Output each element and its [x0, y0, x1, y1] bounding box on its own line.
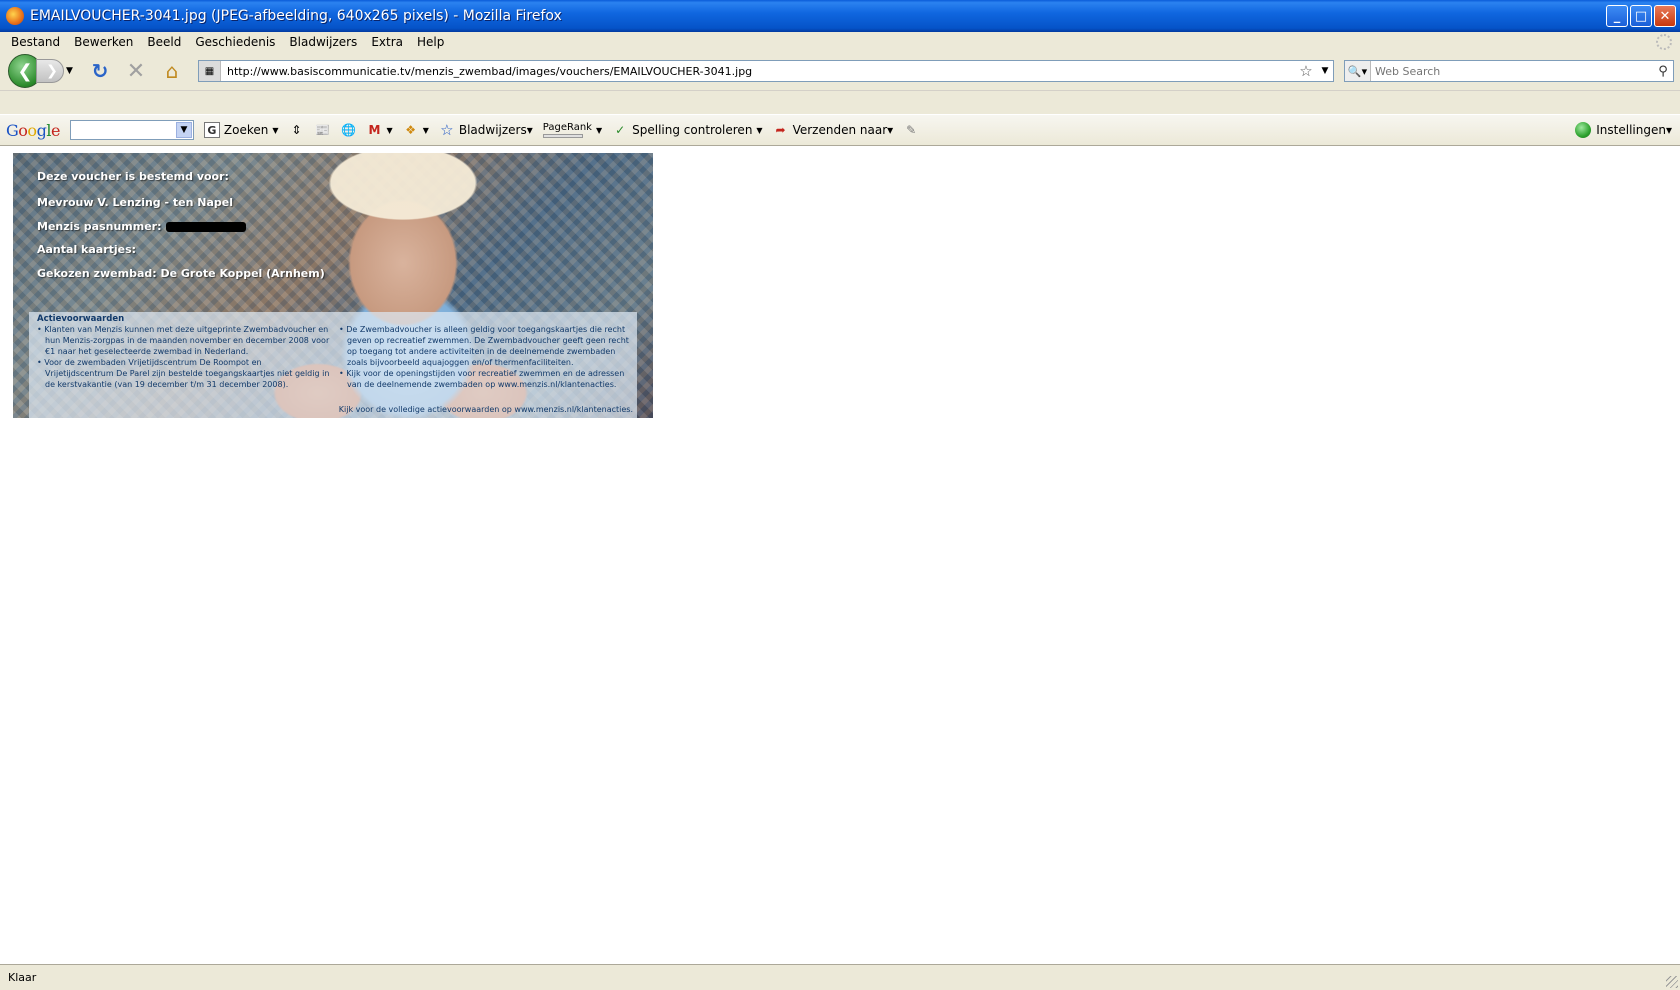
google-logo[interactable]: Google [6, 121, 60, 140]
zoeken-label: Zoeken [223, 123, 269, 137]
spelling-label: Spelling controleren [632, 123, 753, 137]
firefox-icon [6, 7, 24, 25]
google-toolbar: Google ▼ G Zoeken ▼ ⇕ 📰 🌐 M ▼ ❖ ▼ ☆ Blad… [0, 114, 1680, 146]
menu-help[interactable]: Help [410, 35, 451, 49]
terms-footer: Kijk voor de volledige actievoorwaarden … [338, 405, 633, 414]
terms-column-left: • Klanten van Menzis kunnen met deze uit… [37, 324, 331, 390]
window-controls: _ □ ✕ [1606, 5, 1676, 27]
bladwijzers-button[interactable]: ☆ Bladwijzers▾ [439, 121, 533, 139]
gadgets-dropdown-icon[interactable]: ▼ [423, 126, 429, 135]
gadgets-button[interactable]: ❖ ▼ [403, 122, 429, 138]
gadgets-icon: ❖ [405, 123, 417, 137]
pagerank-label: PageRank [542, 121, 592, 133]
gmail-dropdown-icon[interactable]: ▼ [387, 126, 393, 135]
zoeken-button[interactable]: G Zoeken ▼ [203, 122, 279, 138]
history-dropdown-icon[interactable]: ▼ [66, 66, 78, 76]
minimize-button[interactable]: _ [1606, 5, 1628, 27]
menu-beeld[interactable]: Beeld [140, 35, 188, 49]
pagerank-dropdown-icon[interactable]: ▼ [596, 126, 602, 135]
search-bar[interactable]: 🔍▾ ⚲ [1344, 60, 1674, 82]
highlighter-icon[interactable]: ✎ [903, 122, 919, 138]
voucher-pasnummer-row: Menzis pasnummer: [37, 220, 246, 233]
google-search-input[interactable]: ▼ [69, 120, 194, 140]
window-titlebar: EMAILVOUCHER-3041.jpg (JPEG-afbeelding, … [0, 0, 1680, 32]
search-engine-icon[interactable]: 🔍▾ [1345, 61, 1371, 81]
gmail-button[interactable]: M ▼ [367, 122, 393, 138]
status-green-icon [1575, 122, 1592, 138]
menubar: Bestand Bewerken Beeld Geschiedenis Blad… [0, 32, 1680, 52]
send-to-icon: ➦ [775, 123, 786, 137]
arrow-right-icon: ❯ [46, 63, 58, 79]
address-bar[interactable]: ▦ http://www.basiscommunicatie.tv/menzis… [198, 60, 1334, 82]
news-icon[interactable]: 📰 [315, 122, 331, 138]
menu-bewerken[interactable]: Bewerken [67, 35, 140, 49]
pagerank-indicator[interactable]: PageRank ▼ [542, 121, 602, 138]
spellcheck-icon: ✓ [615, 123, 626, 137]
divider-handle-icon[interactable]: ⇕ [289, 122, 305, 138]
instellingen-button[interactable]: Instellingen▾ [1575, 122, 1672, 138]
terms-title: Actievoorwaarden [37, 314, 125, 324]
voucher-recipient-name: Mevrouw V. Lenzing - ten Napel [37, 196, 234, 209]
gmail-icon: M [368, 123, 381, 137]
terms-item: • Voor de zwembaden Vrijetijdscentrum De… [37, 358, 330, 389]
menu-extra[interactable]: Extra [364, 35, 410, 49]
search-input[interactable] [1371, 64, 1653, 78]
close-button[interactable]: ✕ [1654, 5, 1676, 27]
spelling-dropdown-icon[interactable]: ▼ [756, 126, 762, 135]
window-title: EMAILVOUCHER-3041.jpg (JPEG-afbeelding, … [30, 8, 562, 24]
spelling-button[interactable]: ✓ Spelling controleren ▼ [612, 122, 762, 138]
bookmark-star-icon[interactable]: ☆ [1295, 62, 1317, 80]
maximize-button[interactable]: □ [1630, 5, 1652, 27]
page-content: Deze voucher is bestemd voor: Mevrouw V.… [0, 146, 1680, 964]
url-text[interactable]: http://www.basiscommunicatie.tv/menzis_z… [221, 65, 1295, 78]
menu-bladwijzers[interactable]: Bladwijzers [282, 35, 364, 49]
verzenden-button[interactable]: ➦ Verzenden naar▾ [773, 122, 894, 138]
voucher-zwembad: Gekozen zwembad: De Grote Koppel (Arnhem… [37, 267, 325, 280]
instellingen-label: Instellingen▾ [1596, 123, 1672, 137]
voucher-aantal-kaartjes: Aantal kaartjes: [37, 243, 137, 256]
home-icon[interactable]: ⌂ [158, 57, 186, 85]
site-favicon-icon: ▦ [199, 61, 221, 81]
terms-item: • De Zwembadvoucher is alleen geldig voo… [339, 325, 629, 367]
voucher-terms: Actievoorwaarden • Klanten van Menzis ku… [29, 312, 637, 418]
redaction-mark [165, 222, 246, 232]
throbber-icon [1656, 34, 1672, 50]
search-go-icon[interactable]: ⚲ [1653, 64, 1673, 79]
reload-icon[interactable]: ↻ [86, 57, 114, 85]
voucher-recipient-heading: Deze voucher is bestemd voor: [37, 170, 229, 183]
terms-item: • Kijk voor de openingstijden voor recre… [339, 369, 625, 389]
navigation-toolbar: ❮ ❯ ▼ ↻ ✕ ⌂ ▦ http://www.basiscommunicat… [0, 52, 1680, 90]
voucher-pasnummer-label: Menzis pasnummer: [37, 220, 162, 233]
zoeken-dropdown-icon[interactable]: ▼ [272, 126, 278, 135]
forward-button[interactable]: ❯ [36, 59, 64, 83]
menu-geschiedenis[interactable]: Geschiedenis [188, 35, 282, 49]
google-g-icon: G [203, 122, 220, 138]
pagerank-bar [542, 133, 583, 138]
status-text: Klaar [8, 971, 37, 984]
google-search-dropdown-icon[interactable]: ▼ [175, 122, 192, 138]
verzenden-label: Verzenden naar▾ [792, 123, 894, 137]
voucher-image[interactable]: Deze voucher is bestemd voor: Mevrouw V.… [13, 153, 653, 418]
bookmark-star-icon: ☆ [440, 121, 454, 139]
terms-item: • Klanten van Menzis kunnen met deze uit… [37, 325, 330, 356]
stop-icon[interactable]: ✕ [122, 57, 150, 85]
terms-column-right: • De Zwembadvoucher is alleen geldig voo… [339, 324, 633, 390]
resize-grip-icon[interactable] [1666, 976, 1678, 988]
bookmarks-toolbar [0, 90, 1680, 114]
url-dropdown-icon[interactable]: ▼ [1317, 66, 1333, 76]
globe-icon[interactable]: 🌐 [341, 122, 357, 138]
menu-bestand[interactable]: Bestand [4, 35, 67, 49]
arrow-left-icon: ❮ [17, 60, 33, 82]
bladwijzers-label: Bladwijzers▾ [458, 123, 533, 137]
status-bar: Klaar [0, 964, 1680, 990]
